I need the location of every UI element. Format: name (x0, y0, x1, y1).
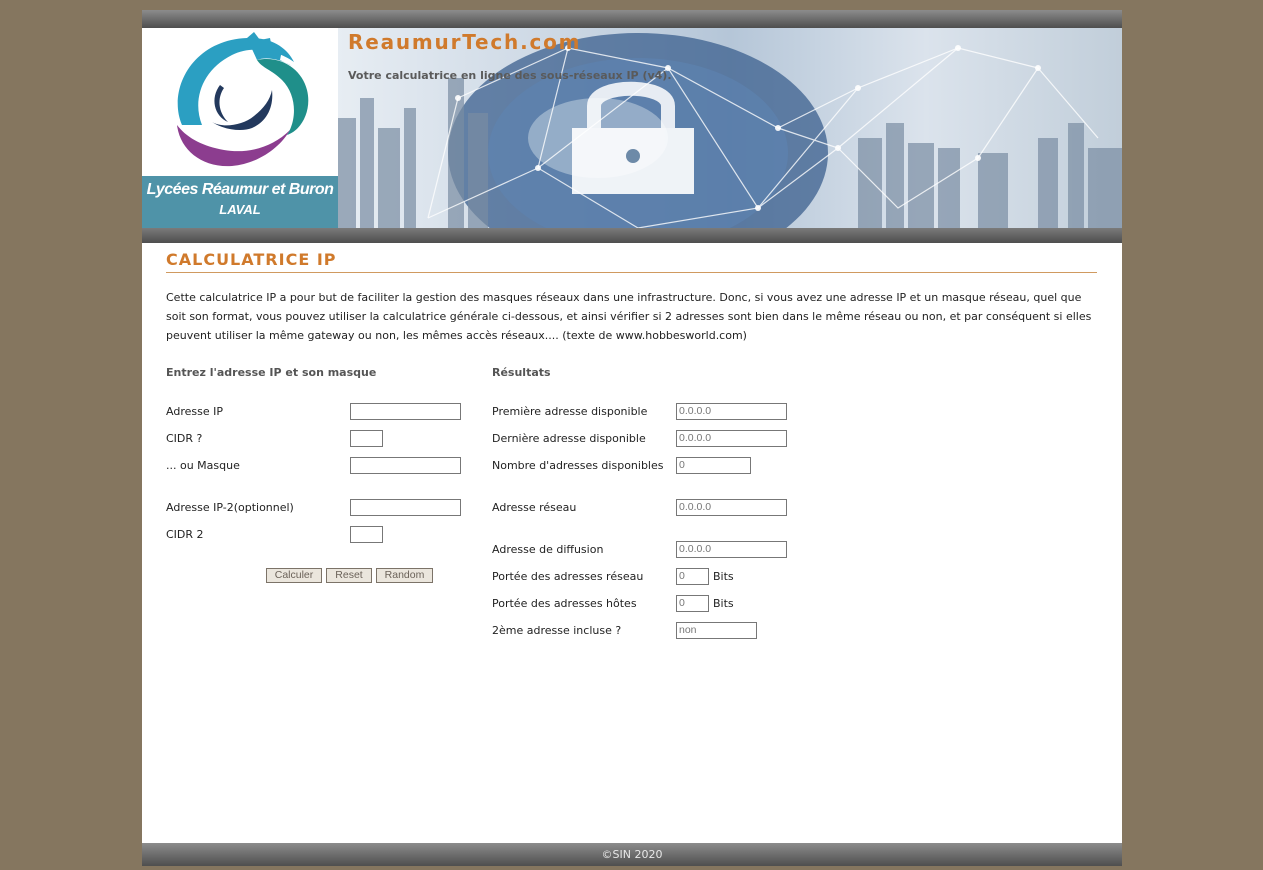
broadcast-address-label: Adresse de diffusion (492, 543, 604, 556)
cidr2-label: CIDR 2 (166, 528, 204, 541)
host-range-unit: Bits (713, 597, 734, 610)
page-title: CALCULATRICE IP (166, 250, 1097, 273)
calculate-button[interactable]: Calculer (266, 568, 322, 583)
cidr-input[interactable] (350, 430, 383, 447)
hero-image: ReaumurTech.com Votre calculatrice en li… (338, 28, 1122, 228)
logo-emblem-icon (177, 32, 309, 167)
network-address-label: Adresse réseau (492, 501, 577, 514)
school-logo: Lycées Réaumur et Buron LAVAL (142, 28, 338, 228)
top-bar (142, 10, 1122, 28)
logo-plate: Lycées Réaumur et Buron LAVAL (142, 176, 338, 228)
cidr-label: CIDR ? (166, 432, 203, 445)
logo-school-name: Lycées Réaumur et Buron (146, 181, 334, 198)
mask-label: ... ou Masque (166, 459, 240, 472)
main-content: CALCULATRICE IP Cette calculatrice IP a … (166, 250, 1097, 639)
last-address-label: Dernière adresse disponible (492, 432, 646, 445)
ip2-input[interactable] (350, 499, 461, 516)
page-container: Lycées Réaumur et Buron LAVAL ReaumurTec… (142, 10, 1122, 866)
site-title: ReaumurTech.com (348, 30, 582, 54)
intro-paragraph: Cette calculatrice IP a pour but de faci… (166, 291, 1092, 342)
header-divider-bar (142, 228, 1122, 243)
broadcast-address-field[interactable]: 0.0.0.0 (676, 541, 787, 558)
header-banner: Lycées Réaumur et Buron LAVAL ReaumurTec… (142, 28, 1122, 228)
random-button[interactable]: Random (376, 568, 433, 583)
network-range-unit: Bits (713, 570, 734, 583)
ip-label: Adresse IP (166, 405, 223, 418)
network-range-field[interactable]: 0 (676, 568, 709, 585)
footer: ©SIN 2020 (142, 843, 1122, 866)
address-count-field[interactable]: 0 (676, 457, 751, 474)
input-section-heading: Entrez l'adresse IP et son masque (166, 366, 377, 379)
copyright-text: ©SIN 2020 (601, 848, 663, 861)
network-address-field[interactable]: 0.0.0.0 (676, 499, 787, 516)
first-address-label: Première adresse disponible (492, 405, 648, 418)
host-range-field[interactable]: 0 (676, 595, 709, 612)
mask-input[interactable] (350, 457, 461, 474)
results-section-heading: Résultats (492, 366, 551, 379)
site-tagline: Votre calculatrice en ligne des sous-rés… (348, 69, 672, 82)
included-field[interactable]: non (676, 622, 757, 639)
hero-network-globe-icon (338, 33, 1122, 228)
last-address-field[interactable]: 0.0.0.0 (676, 430, 787, 447)
host-range-label: Portée des adresses hôtes (492, 597, 637, 610)
first-address-field[interactable]: 0.0.0.0 (676, 403, 787, 420)
ip-input[interactable] (350, 403, 461, 420)
ip2-label: Adresse IP-2(optionnel) (166, 501, 294, 514)
included-label: 2ème adresse incluse ? (492, 624, 622, 637)
network-range-label: Portée des adresses réseau (492, 570, 644, 583)
cidr2-input[interactable] (350, 526, 383, 543)
address-count-label: Nombre d'adresses disponibles (492, 459, 664, 472)
logo-city: LAVAL (219, 202, 261, 217)
reset-button[interactable]: Reset (326, 568, 372, 583)
